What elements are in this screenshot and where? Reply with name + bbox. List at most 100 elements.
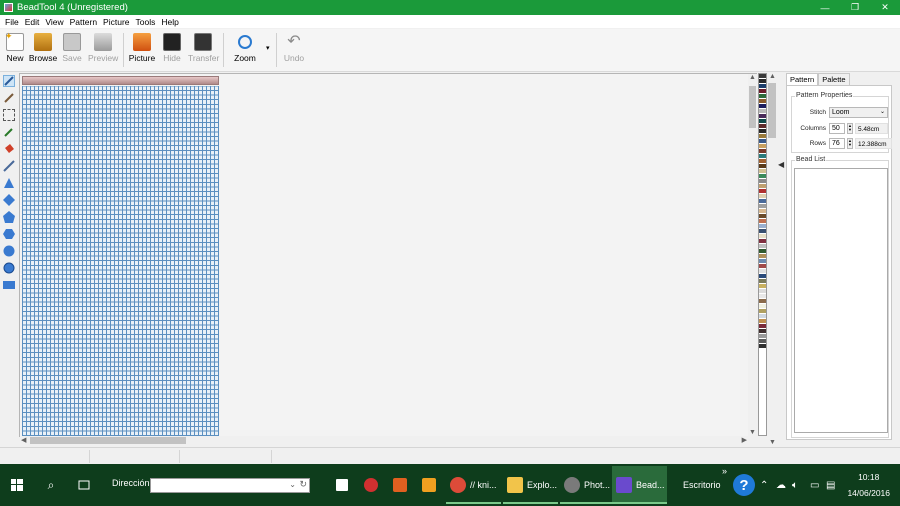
chevron-down-icon[interactable]: ⌄ bbox=[289, 480, 296, 489]
eyedropper-icon[interactable] bbox=[3, 126, 15, 138]
network-icon[interactable]: ▭ bbox=[810, 464, 819, 506]
octagon-shape-icon[interactable] bbox=[3, 245, 15, 257]
fill-bucket-icon[interactable] bbox=[3, 143, 15, 155]
tab-palette[interactable]: Palette bbox=[818, 73, 850, 85]
taskbar-app-photos[interactable]: Phot... bbox=[560, 466, 615, 504]
circle-shape-icon[interactable] bbox=[3, 262, 15, 274]
media-player-icon[interactable] bbox=[419, 464, 439, 506]
pattern-canvas[interactable] bbox=[19, 73, 757, 437]
pentagon-shape-icon[interactable] bbox=[3, 211, 15, 223]
hide-button[interactable]: Hide bbox=[157, 33, 187, 63]
zoom-button[interactable]: Zoom bbox=[230, 33, 260, 63]
pinned-app-red-icon[interactable] bbox=[361, 464, 381, 506]
triangle-shape-icon[interactable] bbox=[3, 177, 15, 189]
search-icon[interactable]: ⌕ bbox=[38, 464, 64, 506]
columns-spinner[interactable]: ▲ ▼ bbox=[847, 123, 853, 134]
palette-scroll-thumb[interactable] bbox=[768, 83, 776, 138]
main-toolbar: ✦ New Browse Save Preview Picture Hide T… bbox=[0, 29, 900, 72]
address-label: Dirección bbox=[112, 478, 150, 488]
zoom-dropdown-icon[interactable]: ▾ bbox=[266, 44, 270, 52]
rectangle-shape-icon[interactable] bbox=[3, 279, 15, 291]
taskbar-app-chrome[interactable]: // kni... bbox=[446, 466, 501, 504]
scroll-up-icon[interactable]: ▲ bbox=[749, 74, 756, 81]
onedrive-cloud-icon[interactable]: ☁ bbox=[776, 464, 786, 506]
menu-help[interactable]: Help bbox=[158, 17, 181, 27]
volume-icon[interactable]: 🔈︎ bbox=[792, 464, 798, 506]
store-icon[interactable] bbox=[332, 464, 352, 506]
taskbar-clock[interactable]: 10:18 14/06/2016 bbox=[847, 469, 890, 501]
transfer-button[interactable]: Transfer bbox=[188, 33, 219, 63]
menu-bar: File Edit View Pattern Picture Tools Hel… bbox=[0, 15, 900, 28]
columns-cm-value: 5.48cm bbox=[855, 123, 888, 134]
rows-label: Rows bbox=[809, 140, 826, 147]
maximize-button[interactable]: ❐ bbox=[840, 0, 870, 15]
pattern-tab-content: Pattern Properties Stitch Loom ⌄ Columns… bbox=[786, 85, 892, 440]
hexagon-shape-icon[interactable] bbox=[3, 228, 15, 240]
refresh-icon[interactable]: ↻ bbox=[299, 479, 307, 490]
address-input[interactable]: ⌄ ↻ bbox=[150, 478, 310, 493]
scroll-left-icon[interactable]: ◀ bbox=[21, 436, 26, 444]
preview-button[interactable]: Preview bbox=[88, 33, 118, 63]
line-tool-icon[interactable] bbox=[3, 160, 15, 172]
running-indicator bbox=[446, 502, 501, 504]
rows-spinner[interactable]: ▲ ▼ bbox=[847, 138, 853, 149]
menu-pattern[interactable]: Pattern bbox=[67, 17, 100, 27]
floppy-disk-icon bbox=[63, 33, 81, 51]
vertical-scroll-thumb[interactable] bbox=[749, 86, 756, 128]
palette-scrollbar[interactable]: ▲ ▼ bbox=[767, 73, 777, 446]
taskbar-app-explorer[interactable]: Explo... bbox=[503, 466, 558, 504]
save-button[interactable]: Save bbox=[57, 33, 87, 63]
status-segment bbox=[0, 450, 90, 463]
scroll-right-icon[interactable]: ▶ bbox=[742, 436, 747, 444]
palette-scroll-down-icon[interactable]: ▼ bbox=[769, 439, 776, 446]
rows-input[interactable]: 76 bbox=[829, 138, 845, 149]
toolbar-separator bbox=[223, 33, 224, 67]
task-view-icon[interactable] bbox=[70, 464, 98, 506]
select-rectangle-icon[interactable] bbox=[3, 109, 15, 121]
show-hidden-icons-chevron-icon[interactable]: ⌃ bbox=[760, 464, 768, 506]
horizontal-scroll-thumb[interactable] bbox=[30, 437, 186, 444]
browse-button[interactable]: Browse bbox=[28, 33, 58, 63]
start-button[interactable] bbox=[0, 464, 34, 506]
undo-button[interactable]: ↶ Undo bbox=[279, 33, 309, 63]
chevron-double-right-icon[interactable]: » bbox=[722, 466, 727, 476]
window-title: BeadTool 4 (Unregistered) bbox=[17, 2, 128, 13]
status-segment bbox=[90, 450, 180, 463]
picture-button[interactable]: Picture bbox=[127, 33, 157, 63]
scroll-down-icon[interactable]: ▼ bbox=[749, 429, 756, 436]
folder-icon bbox=[507, 477, 523, 493]
close-button[interactable]: ✕ bbox=[870, 0, 900, 15]
loom-bead-grid[interactable] bbox=[22, 86, 219, 436]
new-button[interactable]: ✦ New bbox=[0, 31, 30, 63]
menu-file[interactable]: File bbox=[2, 17, 22, 27]
pencil-tool-icon[interactable] bbox=[3, 75, 15, 87]
toolbar-separator bbox=[276, 33, 277, 67]
bead-palette-strip[interactable] bbox=[758, 73, 767, 436]
pinned-app-orange-icon[interactable] bbox=[390, 464, 410, 506]
menu-view[interactable]: View bbox=[42, 17, 66, 27]
action-center-icon[interactable]: ▤ bbox=[826, 464, 835, 506]
help-icon[interactable]: ? bbox=[733, 464, 755, 506]
windows-taskbar: ⌕ Dirección ⌄ ↻ // kni... Explo... Phot.… bbox=[0, 464, 900, 506]
diamond-shape-icon[interactable] bbox=[3, 194, 15, 206]
canvas-vertical-scrollbar[interactable]: ▲ ▼ bbox=[748, 74, 757, 436]
desktop-label: Escritorio bbox=[683, 480, 721, 490]
minimize-button[interactable]: — bbox=[810, 0, 840, 15]
menu-edit[interactable]: Edit bbox=[22, 17, 43, 27]
bead-list-box[interactable] bbox=[794, 168, 888, 433]
brush-tool-icon[interactable] bbox=[3, 92, 15, 104]
tab-pattern[interactable]: Pattern bbox=[786, 73, 819, 85]
menu-tools[interactable]: Tools bbox=[133, 17, 159, 27]
beadtool-app-icon bbox=[4, 3, 13, 12]
palette-scroll-up-icon[interactable]: ▲ bbox=[769, 73, 776, 80]
pattern-properties-group: Pattern Properties Stitch Loom ⌄ Columns… bbox=[791, 92, 892, 153]
magnifier-icon bbox=[238, 35, 252, 49]
canvas-horizontal-scrollbar[interactable]: ◀ ▶ bbox=[20, 436, 757, 445]
columns-input[interactable]: 50 bbox=[829, 123, 845, 134]
stitch-select[interactable]: Loom ⌄ bbox=[829, 107, 888, 118]
desktop-toolbar[interactable]: Escritorio bbox=[683, 464, 721, 506]
menu-picture[interactable]: Picture bbox=[100, 17, 132, 27]
palette-swatch[interactable] bbox=[759, 344, 766, 349]
photo-app-icon bbox=[564, 477, 580, 493]
taskbar-app-beadtool[interactable]: Bead... bbox=[612, 466, 667, 504]
